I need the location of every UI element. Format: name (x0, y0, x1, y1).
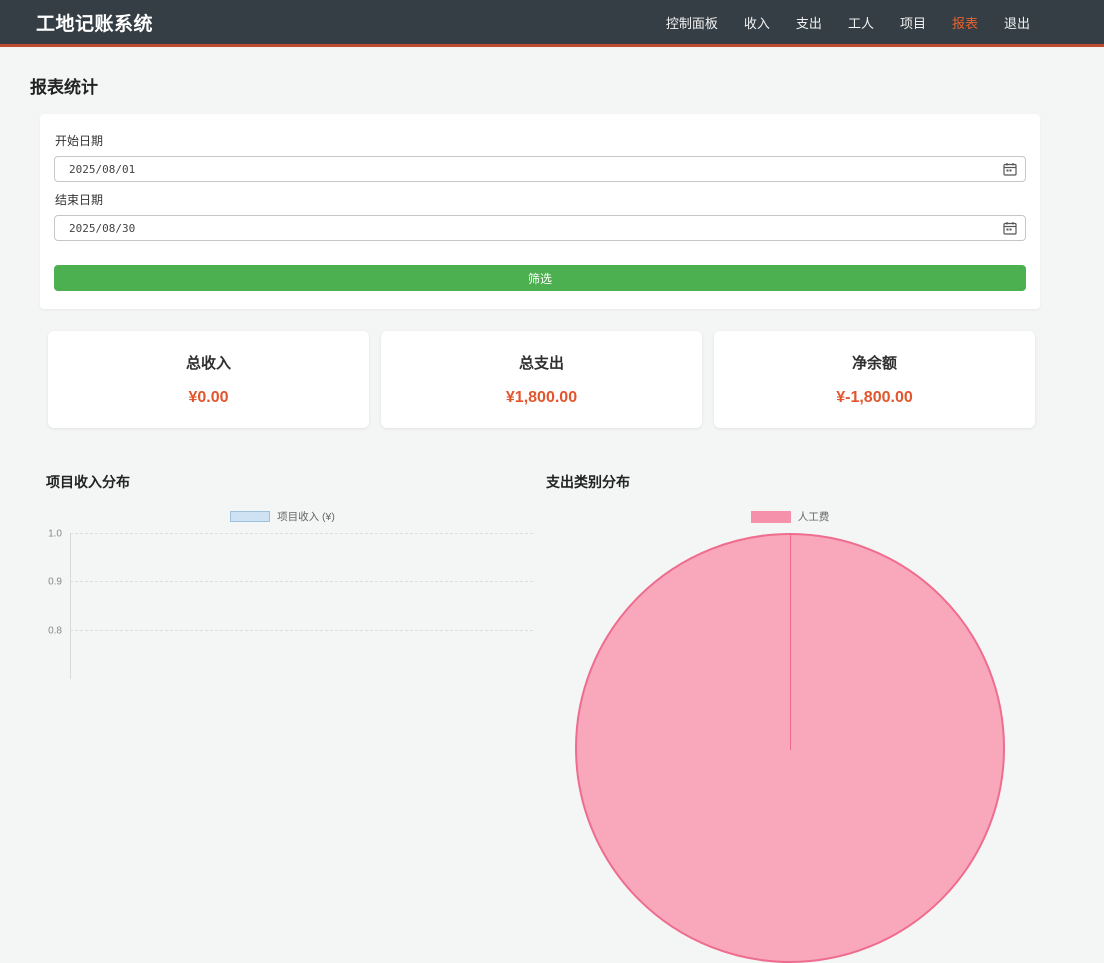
income-chart-title: 项目收入分布 (46, 472, 535, 492)
nav-income[interactable]: 收入 (744, 13, 770, 32)
gridline (70, 533, 533, 534)
expense-chart-legend: 人工费 (535, 509, 1045, 524)
stat-label: 总支出 (381, 352, 702, 373)
nav-expense[interactable]: 支出 (796, 13, 822, 32)
y-tick-label: 1.0 (30, 529, 62, 540)
app-header: 工地记账系统 控制面板 收入 支出 工人 项目 报表 退出 (0, 0, 1104, 47)
nav-reports[interactable]: 报表 (952, 13, 978, 32)
legend-swatch-blue (230, 511, 270, 522)
stat-card-total-income: 总收入 ¥0.00 (48, 331, 369, 428)
expense-chart-title: 支出类别分布 (546, 472, 1074, 492)
stat-value: ¥0.00 (48, 389, 369, 407)
end-date-input-wrap (54, 215, 1026, 241)
nav-logout[interactable]: 退出 (1004, 13, 1030, 32)
app-title: 工地记账系统 (36, 9, 153, 36)
start-date-label: 开始日期 (55, 132, 1026, 149)
stat-card-total-expense: 总支出 ¥1,800.00 (381, 331, 702, 428)
nav-workers[interactable]: 工人 (848, 13, 874, 32)
expense-pie-area: 人工费 (535, 509, 1045, 669)
page-title: 报表统计 (30, 73, 1074, 98)
main-content: 报表统计 开始日期 结束日期 (0, 73, 1104, 669)
stats-row: 总收入 ¥0.00 总支出 ¥1,800.00 净余额 ¥-1,800.00 (48, 331, 1035, 428)
y-axis-line (70, 533, 71, 679)
filter-button[interactable]: 筛选 (54, 265, 1026, 291)
y-tick-label: 0.8 (30, 626, 62, 637)
calendar-icon[interactable] (1003, 221, 1017, 235)
legend-swatch-pink (751, 511, 791, 523)
stat-label: 净余额 (714, 352, 1035, 373)
charts-row: 项目收入分布 项目收入 (¥) 1.0 0.9 0.8 支出类别分布 人工费 (30, 472, 1074, 669)
legend-label: 人工费 (798, 509, 830, 524)
nav-dashboard[interactable]: 控制面板 (666, 13, 718, 32)
main-nav: 控制面板 收入 支出 工人 项目 报表 退出 (640, 13, 1030, 32)
nav-projects[interactable]: 项目 (900, 13, 926, 32)
start-date-input-wrap (54, 156, 1026, 182)
income-chart-section: 项目收入分布 项目收入 (¥) 1.0 0.9 0.8 (30, 472, 535, 669)
stat-value: ¥-1,800.00 (714, 389, 1035, 407)
end-date-input[interactable] (54, 215, 1026, 241)
income-chart-legend: 项目收入 (¥) (30, 509, 535, 524)
gridline (70, 581, 533, 582)
expense-chart-section: 支出类别分布 人工费 (535, 472, 1074, 669)
income-bar-chart: 1.0 0.9 0.8 (30, 529, 535, 669)
stat-value: ¥1,800.00 (381, 389, 702, 407)
pie-slice-boundary (790, 535, 791, 750)
calendar-icon[interactable] (1003, 162, 1017, 176)
y-tick-label: 0.9 (30, 577, 62, 588)
stat-card-net-balance: 净余额 ¥-1,800.00 (714, 331, 1035, 428)
start-date-input[interactable] (54, 156, 1026, 182)
end-date-label: 结束日期 (55, 191, 1026, 208)
legend-label: 项目收入 (¥) (277, 509, 335, 524)
expense-pie-chart (535, 529, 1045, 669)
filter-card: 开始日期 结束日期 筛选 (40, 114, 1040, 309)
gridline (70, 630, 533, 631)
pie-slice-labor-cost (575, 533, 1005, 963)
stat-label: 总收入 (48, 352, 369, 373)
